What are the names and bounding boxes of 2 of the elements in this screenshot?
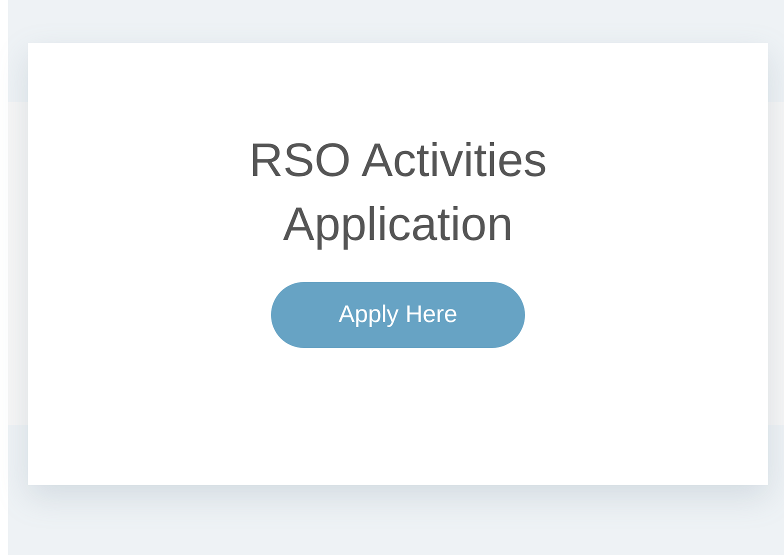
card-title: RSO Activities Application: [248, 132, 548, 252]
apply-button[interactable]: Apply Here: [271, 282, 525, 348]
